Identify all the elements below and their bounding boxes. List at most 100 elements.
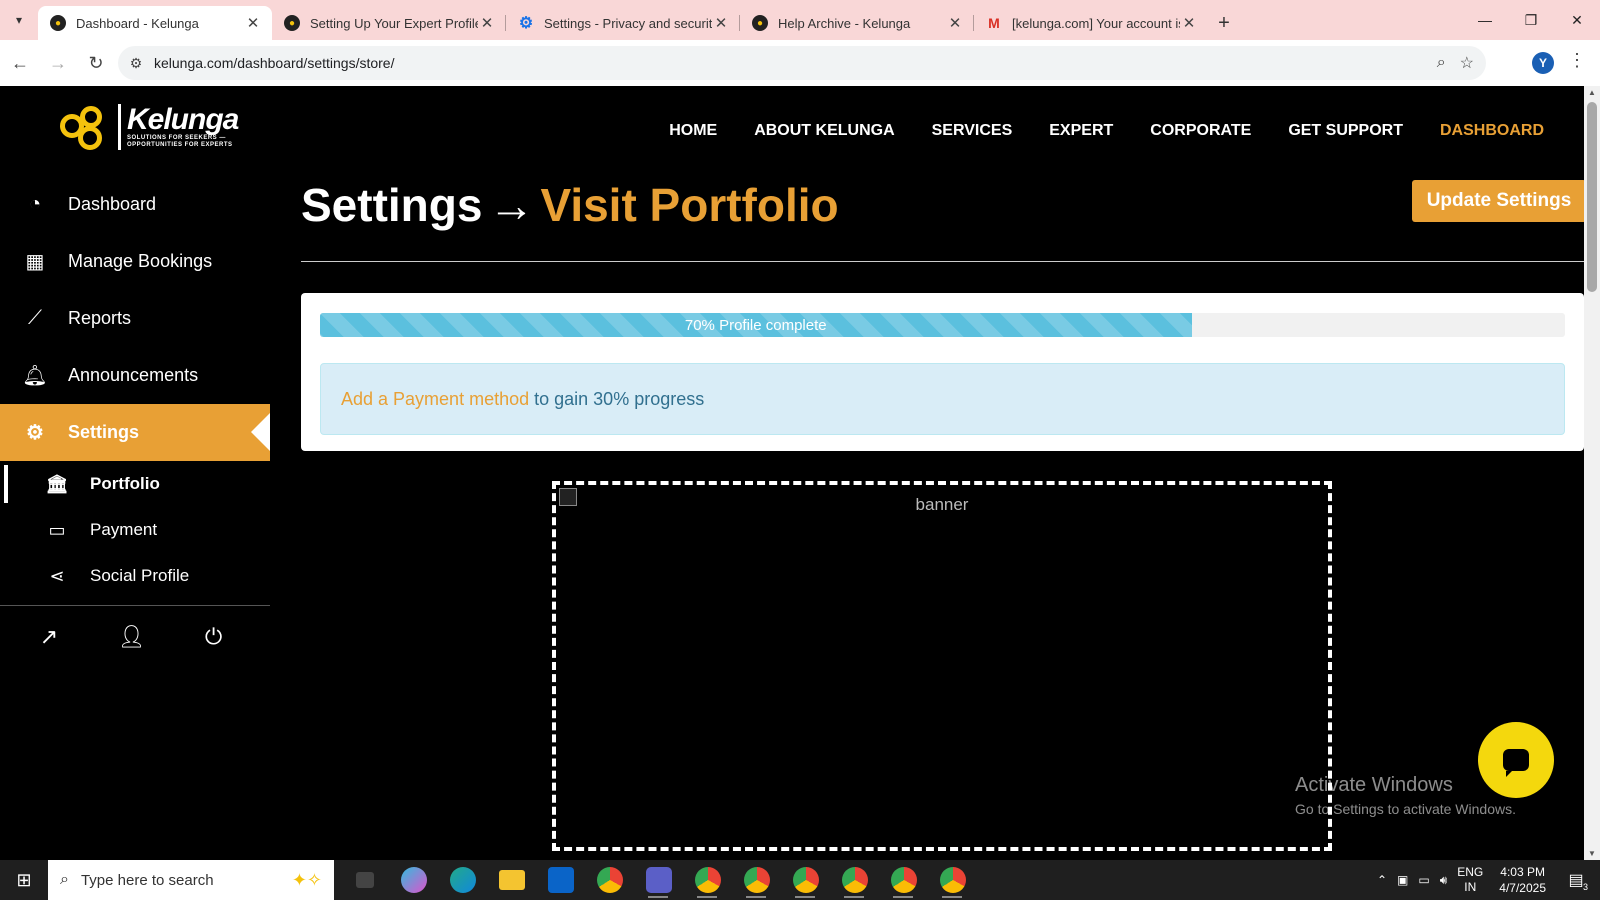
update-settings-button[interactable]: Update Settings <box>1412 180 1584 222</box>
outlook-icon[interactable] <box>536 860 585 900</box>
sidebar-subitem-social-profile[interactable]: ⋖ Social Profile <box>0 553 270 599</box>
dashboard-sidebar: ◔ Dashboard ▦ Manage Bookings ⟋ Reports … <box>0 176 270 650</box>
profile-progress-bar: 70% Profile complete <box>320 313 1565 337</box>
chrome-profile-y-icon[interactable] <box>781 860 830 900</box>
chrome-profile-active-icon[interactable] <box>879 860 928 900</box>
add-payment-method-link[interactable]: Add a Payment method <box>341 389 529 410</box>
chrome-profile-s-icon[interactable] <box>928 860 977 900</box>
bookmark-star-icon[interactable]: ☆ <box>1460 53 1474 73</box>
scroll-up-icon[interactable]: ▲ <box>1588 88 1596 97</box>
tab-search-button[interactable]: ▾ <box>0 0 38 40</box>
sidebar-item-settings[interactable]: ⚙ Settings <box>0 404 270 461</box>
nav-dashboard[interactable]: DASHBOARD <box>1440 122 1544 140</box>
title-accent[interactable]: Visit Portfolio <box>540 179 838 231</box>
top-nav: HOME ABOUT KELUNGA SERVICES EXPERT CORPO… <box>669 122 1544 140</box>
taskbar-search[interactable]: ⌕ Type here to search ✦✧ <box>48 860 334 900</box>
calendar-icon: ▦ <box>25 251 45 273</box>
restore-icon[interactable]: ❐ <box>1508 0 1554 40</box>
watermark-title: Activate Windows <box>1295 774 1453 796</box>
edge-icon[interactable] <box>438 860 487 900</box>
chevron-up-icon[interactable]: ⌃ <box>1377 873 1387 887</box>
close-window-icon[interactable]: ✕ <box>1554 0 1600 40</box>
progress-alert: Add a Payment method to gain 30% progres… <box>320 363 1565 435</box>
profile-avatar[interactable]: Y <box>1532 52 1554 74</box>
nav-corporate[interactable]: CORPORATE <box>1150 122 1251 140</box>
file-explorer-icon[interactable] <box>487 860 536 900</box>
gmail-icon: M <box>988 15 1000 31</box>
volume-icon[interactable]: 🔊︎ <box>1440 873 1448 888</box>
tab-privacy-settings[interactable]: ⚙ Settings - Privacy and security ✕ <box>506 6 740 40</box>
sidebar-subitem-portfolio[interactable]: 🏛︎ Portfolio <box>0 461 270 507</box>
tab-label: Dashboard - Kelunga <box>76 15 199 31</box>
sidebar-item-announcements[interactable]: 🔔︎ Announcements <box>0 347 270 404</box>
banner-alt-text: banner <box>915 495 969 514</box>
logo-name: Kelunga <box>127 103 239 136</box>
task-view-icon[interactable] <box>340 860 389 900</box>
web-page: Kelunga SOLUTIONS FOR SEEKERS — OPPORTUN… <box>0 86 1584 860</box>
banner-upload-area[interactable]: banner <box>552 481 1332 851</box>
close-icon[interactable]: ✕ <box>946 14 964 32</box>
back-icon[interactable]: ← <box>2 45 38 81</box>
scroll-thumb[interactable] <box>1587 102 1597 292</box>
sidebar-item-dashboard[interactable]: ◔ Dashboard <box>0 176 270 233</box>
nav-about[interactable]: ABOUT KELUNGA <box>754 122 894 140</box>
chrome-icon[interactable] <box>585 860 634 900</box>
chrome-profile-p-icon[interactable] <box>732 860 781 900</box>
nav-get-support[interactable]: GET SUPPORT <box>1288 122 1403 140</box>
tab-dashboard[interactable]: ● Dashboard - Kelunga ✕ <box>38 6 272 40</box>
sidebar-item-label: Social Profile <box>90 566 190 585</box>
tab-gmail[interactable]: M [kelunga.com] Your account is a ✕ <box>974 6 1208 40</box>
close-icon[interactable]: ✕ <box>712 14 730 32</box>
new-tab-button[interactable]: + <box>1208 6 1240 40</box>
taskbar-apps <box>340 860 977 900</box>
nav-expert[interactable]: EXPERT <box>1049 122 1113 140</box>
close-icon[interactable]: ✕ <box>244 14 262 32</box>
external-link-icon[interactable]: ↗ <box>40 624 58 650</box>
notifications-icon[interactable]: ▤ 3 <box>1562 866 1590 894</box>
chrome-profile-k-icon[interactable] <box>830 860 879 900</box>
close-icon[interactable]: ✕ <box>478 14 496 32</box>
tab-help-archive[interactable]: ● Help Archive - Kelunga ✕ <box>740 6 974 40</box>
chat-icon <box>1503 749 1529 777</box>
windows-taskbar: ⊞ ⌕ Type here to search ✦✧ ⌃ ▣ ▭ 🔊︎ ENG … <box>0 860 1600 900</box>
sidebar-actions: ↗ 👤︎ ⏻ <box>0 606 270 650</box>
network-icon[interactable]: ▭ <box>1418 873 1429 887</box>
close-icon[interactable]: ✕ <box>1180 14 1198 32</box>
teams-icon[interactable] <box>634 860 683 900</box>
sidebar-item-manage-bookings[interactable]: ▦ Manage Bookings <box>0 233 270 290</box>
sidebar-subitem-payment[interactable]: ▭ Payment <box>0 507 270 553</box>
zoom-icon[interactable]: ⌕ <box>1437 54 1446 72</box>
chrome-profile-c-icon[interactable] <box>683 860 732 900</box>
url-text[interactable]: kelunga.com/dashboard/settings/store/ <box>154 55 1437 71</box>
browser-menu-icon[interactable]: ⋮ <box>1568 50 1586 71</box>
meet-icon[interactable]: ▣ <box>1397 873 1408 887</box>
windows-start-icon[interactable]: ⊞ <box>0 860 48 900</box>
nav-services[interactable]: SERVICES <box>932 122 1013 140</box>
forward-icon[interactable]: → <box>40 45 76 81</box>
window-controls: — ❐ ✕ <box>1462 0 1600 40</box>
minimize-icon[interactable]: — <box>1462 0 1508 40</box>
system-tray: ⌃ ▣ ▭ 🔊︎ ENG IN 4:03 PM 4/7/2025 ▤ 3 <box>1377 860 1600 900</box>
user-icon[interactable]: 👤︎ <box>118 624 146 650</box>
nav-home[interactable]: HOME <box>669 122 717 140</box>
sidebar-item-reports[interactable]: ⟋ Reports <box>0 290 270 347</box>
sidebar-item-label: Reports <box>68 308 132 328</box>
browser-tab-bar: ▾ ● Dashboard - Kelunga ✕ ● Setting Up Y… <box>0 0 1600 40</box>
power-icon[interactable]: ⏻ <box>205 624 222 650</box>
sidebar-item-label: Dashboard <box>68 194 157 214</box>
language-indicator[interactable]: ENG IN <box>1457 865 1483 895</box>
kelunga-logo[interactable]: Kelunga SOLUTIONS FOR SEEKERS — OPPORTUN… <box>58 102 239 152</box>
site-info-icon[interactable]: ⚙ <box>118 55 154 72</box>
scroll-down-icon[interactable]: ▼ <box>1588 849 1596 858</box>
tab-label: Help Archive - Kelunga <box>778 15 911 31</box>
tab-expert-profile[interactable]: ● Setting Up Your Expert Profile - ✕ <box>272 6 506 40</box>
address-bar[interactable]: ⚙ kelunga.com/dashboard/settings/store/ … <box>118 46 1486 80</box>
notification-count: 3 <box>1582 882 1588 892</box>
reload-icon[interactable]: ↻ <box>78 45 114 81</box>
title-divider <box>301 261 1584 262</box>
bell-icon: 🔔︎ <box>22 365 48 387</box>
clock[interactable]: 4:03 PM 4/7/2025 <box>1499 864 1546 896</box>
page-scrollbar[interactable]: ▲ ▼ <box>1584 86 1600 860</box>
watermark-subtitle: Go to Settings to activate Windows. <box>1295 801 1516 817</box>
copilot-icon[interactable] <box>389 860 438 900</box>
